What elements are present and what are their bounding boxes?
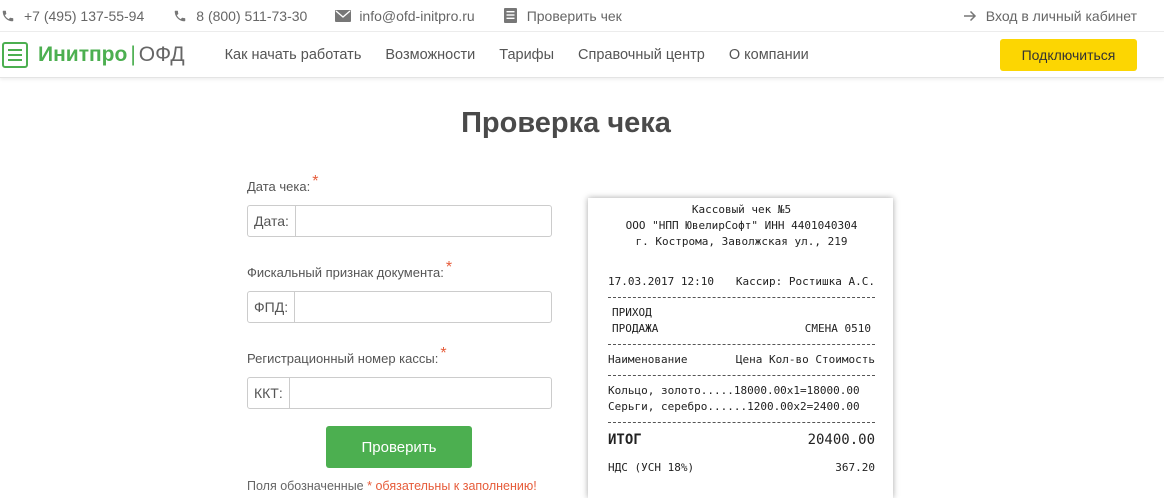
login-link[interactable]: Вход в личный кабинет — [962, 8, 1137, 24]
receipt-vat-value: 367.20 — [835, 461, 875, 474]
arrow-right-icon — [962, 8, 978, 24]
required-footnote: Поля обозначенные * обязательны к заполн… — [247, 479, 537, 493]
receipt-vat-label: НДС (УСН 18%) — [608, 461, 695, 474]
nav-item-getting-started[interactable]: Как начать работать — [225, 47, 362, 63]
receipt-divider — [608, 422, 875, 423]
logo-brand: Инитпро — [38, 42, 128, 66]
check-button[interactable]: Проверить — [326, 426, 472, 468]
receipt-org: ООО "НПП ЮвелирСофт" ИНН 4401040304 — [625, 219, 858, 232]
logo-suffix: ОФД — [138, 42, 185, 66]
check-receipt-link[interactable]: Проверить чек — [503, 8, 622, 24]
phone-1-text: +7 (495) 137-55-94 — [24, 7, 145, 24]
receipt-divider — [608, 344, 875, 345]
receipt-title: Кассовый чек №5 — [691, 203, 792, 216]
receipt-vat-row: НДС (УСН 18%) 367.20 — [608, 460, 875, 476]
receipt-col-name: Наименование — [608, 353, 688, 366]
footnote-prefix: Поля обозначенные — [247, 479, 364, 493]
top-contact-bar: +7 (495) 137-55-94 8 (800) 511-73-30 inf… — [0, 0, 1164, 32]
kkt-field: ККТ: — [247, 377, 552, 409]
receipt-datetime-row: 17.03.2017 12:10 Кассир: Ростишка А.С. — [608, 274, 875, 290]
login-text: Вход в личный кабинет — [985, 7, 1137, 24]
main-navbar: Инитпро | ОФД Как начать работать Возмож… — [0, 32, 1164, 78]
receipt-divider — [608, 375, 875, 376]
receipt-type-row: ПРИХОД — [608, 305, 875, 321]
phone-icon — [0, 8, 16, 24]
site-logo[interactable]: Инитпро | ОФД — [38, 43, 185, 67]
kkt-label-text: Регистрационный номер кассы: — [247, 351, 439, 366]
kkt-label: Регистрационный номер кассы: * — [247, 345, 552, 371]
receipt-shift-row: ПРОДАЖА СМЕНА 0510 — [608, 321, 875, 337]
phone-2[interactable]: 8 (800) 511-73-30 — [172, 8, 307, 24]
receipt-type1: ПРИХОД — [612, 306, 652, 319]
receipt-datetime: 17.03.2017 12:10 — [608, 275, 714, 288]
receipt-col-rest: Цена Кол-во Стоимость — [735, 353, 875, 366]
required-mark: * — [312, 173, 319, 190]
kkt-prefix: ККТ: — [248, 378, 290, 408]
connect-button[interactable]: Подключиться — [1000, 38, 1137, 71]
date-input[interactable] — [295, 206, 551, 236]
nav-menu: Как начать работать Возможности Тарифы С… — [225, 47, 833, 63]
required-mark: * — [440, 345, 447, 362]
nav-item-about[interactable]: О компании — [729, 47, 809, 63]
logo-separator: | — [130, 42, 136, 66]
receipt-cashier: Кассир: Ростишка А.С. — [735, 275, 875, 288]
nav-item-help-center[interactable]: Справочный центр — [578, 47, 705, 63]
phone-2-text: 8 (800) 511-73-30 — [196, 7, 308, 24]
receipt-total-row: ИТОГ 20400.00 — [608, 430, 875, 450]
receipt-total-value: 20400.00 — [807, 432, 875, 448]
date-label-text: Дата чека: — [247, 179, 311, 194]
date-prefix: Дата: — [248, 206, 296, 236]
document-icon — [503, 8, 519, 24]
receipt-address: г. Кострома, Заволжская ул., 219 — [635, 235, 848, 248]
nav-item-features[interactable]: Возможности — [385, 47, 475, 63]
fpd-label: Фискальный признак документа: * — [247, 259, 552, 285]
email-text: info@ofd-initpro.ru — [359, 7, 475, 24]
phone-1[interactable]: +7 (495) 137-55-94 — [0, 8, 144, 24]
fpd-label-text: Фискальный признак документа: — [247, 265, 444, 280]
receipt-item-row: Кольцо, золото.....18000.00x1=18000.00 — [608, 384, 860, 397]
email-link[interactable]: info@ofd-initpro.ru — [335, 7, 475, 24]
receipt-item-row: Серьги, серебро......1200.00x2=2400.00 — [608, 400, 860, 413]
kkt-input[interactable] — [289, 378, 551, 408]
fpd-input[interactable] — [295, 292, 551, 322]
receipt-header-row: Наименование Цена Кол-во Стоимость — [608, 352, 875, 368]
footnote-star: * — [367, 479, 372, 493]
receipt-shift: СМЕНА 0510 — [804, 322, 871, 335]
envelope-icon — [335, 8, 352, 24]
check-receipt-text: Проверить чек — [526, 7, 622, 24]
receipt-total-label: ИТОГ — [608, 432, 642, 448]
nav-item-pricing[interactable]: Тарифы — [499, 47, 554, 63]
receipt-type2: ПРОДАЖА — [612, 322, 659, 335]
phone-icon — [172, 8, 188, 24]
footnote-suffix: обязательны к заполнению! — [375, 479, 537, 493]
receipt-check-form: Дата чека: * Дата: Фискальный признак док… — [247, 173, 552, 468]
fpd-prefix: ФПД: — [248, 292, 296, 322]
required-mark: * — [445, 259, 453, 276]
page-title: Проверка чека — [461, 107, 671, 139]
receipt-preview: Кассовый чек №5 ООО "НПП ЮвелирСофт" ИНН… — [588, 198, 893, 498]
hamburger-menu-icon[interactable] — [2, 41, 28, 68]
receipt-divider — [608, 297, 875, 298]
fpd-field: ФПД: — [247, 291, 552, 323]
date-label: Дата чека: * — [247, 173, 552, 199]
date-field: Дата: — [247, 205, 552, 237]
